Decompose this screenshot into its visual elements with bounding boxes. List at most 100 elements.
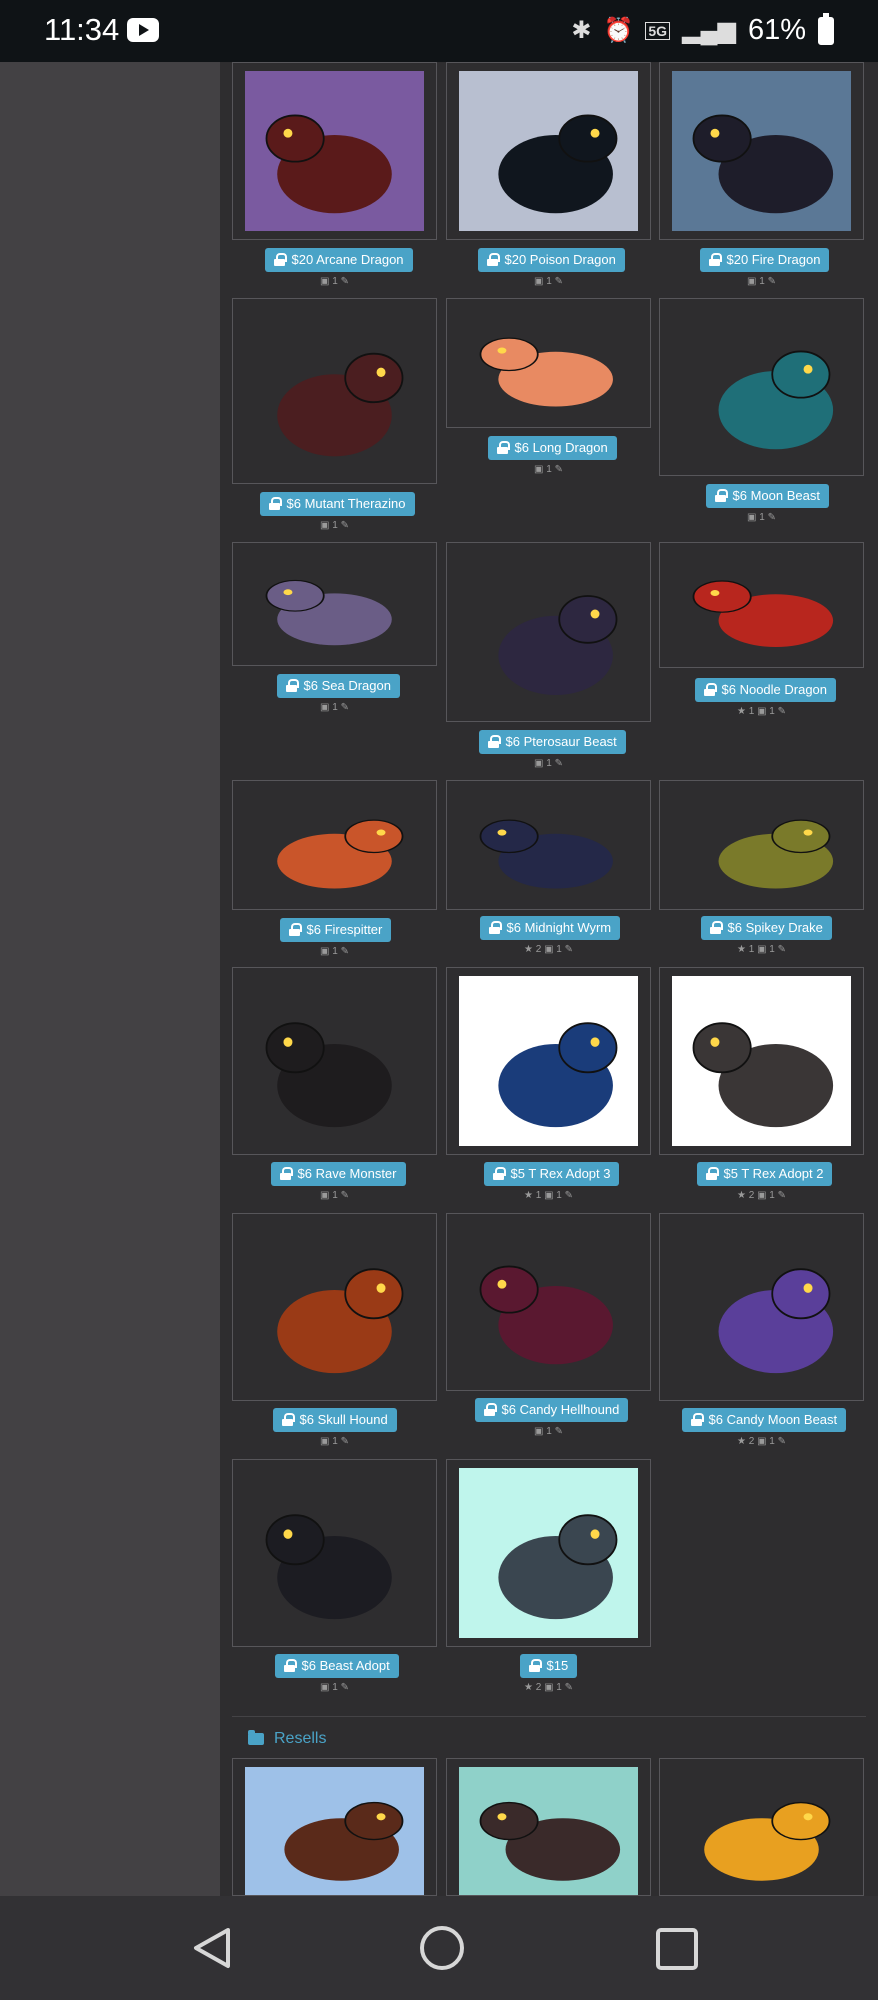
folder-label: Resells — [274, 1730, 327, 1747]
lock-icon — [488, 921, 502, 934]
creature-art — [265, 1514, 392, 1620]
adopt-price-button[interactable]: $6 Firespitter — [279, 918, 392, 942]
adopt-price-button[interactable]: $5 T Rex Adopt 3 — [483, 1162, 620, 1186]
resell-thumbnail[interactable] — [446, 1758, 651, 1896]
adopt-label: $6 Skull Hound — [299, 1412, 388, 1427]
adopt-thumbnail[interactable] — [232, 1213, 437, 1401]
adopt-thumbnail[interactable] — [446, 298, 651, 428]
adopt-label: $5 T Rex Adopt 3 — [510, 1166, 611, 1181]
adopt-price-button[interactable]: $6 Pterosaur Beast — [478, 730, 626, 754]
adopt-price-button[interactable]: $6 Beast Adopt — [274, 1654, 399, 1678]
adopt-thumbnail[interactable] — [446, 62, 651, 240]
creature-art — [284, 1801, 404, 1881]
adopt-thumbnail[interactable] — [659, 1213, 864, 1401]
adopt-thumbnail[interactable] — [232, 780, 437, 910]
adopt-price-button[interactable]: $20 Arcane Dragon — [264, 248, 413, 272]
adopt-label: $6 Spikey Drake — [727, 920, 823, 935]
sidebar — [0, 62, 220, 1896]
adopt-price-button[interactable]: $6 Moon Beast — [705, 484, 829, 508]
creature-art — [265, 579, 392, 646]
resell-image — [245, 1767, 424, 1895]
folder-icon — [248, 1730, 264, 1745]
adopt-thumbnail[interactable] — [232, 967, 437, 1155]
adopt-meta: ▣ 1 ✎ — [320, 1682, 349, 1693]
adopt-price-button[interactable]: $5 T Rex Adopt 2 — [696, 1162, 833, 1186]
adopt-label: $6 Firespitter — [306, 922, 383, 937]
creature-art — [498, 595, 618, 695]
adopt-thumbnail[interactable] — [446, 542, 651, 722]
adopt-thumbnail[interactable] — [446, 1213, 651, 1391]
status-bar: 11:34 ✱ ⏰ 5G ▂▄▆ 61% — [0, 0, 878, 62]
adopt-image — [459, 551, 638, 713]
adopt-price-button[interactable]: $15 — [519, 1654, 578, 1678]
adopt-image — [459, 976, 638, 1146]
adopt-image — [245, 789, 424, 901]
adopt-price-button[interactable]: $6 Rave Monster — [270, 1162, 406, 1186]
creature-art — [692, 580, 834, 647]
adopt-label: $6 Long Dragon — [514, 440, 608, 455]
adopt-thumbnail[interactable] — [446, 780, 651, 910]
adopt-price-button[interactable]: $6 Noodle Dragon — [694, 678, 837, 702]
recent-apps-icon[interactable] — [656, 1928, 698, 1970]
adopt-price-button[interactable]: $6 Long Dragon — [487, 436, 617, 460]
adopt-image — [459, 789, 638, 901]
adopt-meta: ▣ 1 ✎ — [747, 276, 776, 287]
adopt-price-button[interactable]: $6 Spikey Drake — [700, 916, 832, 940]
home-icon[interactable] — [420, 1926, 464, 1970]
adopt-thumbnail[interactable] — [232, 542, 437, 666]
adopt-meta: ★ 1 ▣ 1 ✎ — [736, 706, 787, 717]
adopt-label: $15 — [546, 1658, 569, 1673]
adopt-price-button[interactable]: $6 Sea Dragon — [276, 674, 400, 698]
adopt-price-button[interactable]: $6 Candy Hellhound — [474, 1398, 629, 1422]
adopt-label: $5 T Rex Adopt 2 — [723, 1166, 824, 1181]
adopt-image — [459, 307, 638, 419]
adopt-thumbnail[interactable] — [446, 967, 651, 1155]
lock-icon — [487, 735, 501, 748]
adopt-meta: ▣ 1 ✎ — [320, 276, 349, 287]
lock-icon — [285, 679, 299, 692]
adopt-image — [459, 1468, 638, 1638]
lock-icon — [279, 1167, 293, 1180]
resell-image — [459, 1767, 638, 1895]
lock-icon — [486, 253, 500, 266]
adopt-thumbnail[interactable] — [232, 62, 437, 240]
network-type: 5G — [645, 21, 671, 40]
adopt-thumbnail[interactable] — [232, 298, 437, 484]
lock-icon — [708, 253, 722, 266]
adopt-price-button[interactable]: $6 Candy Moon Beast — [681, 1408, 847, 1432]
adopt-meta: ★ 2 ▣ 1 ✎ — [523, 944, 574, 955]
adopt-image — [245, 1468, 424, 1638]
back-icon[interactable] — [190, 1926, 234, 1970]
adopt-thumbnail[interactable] — [659, 542, 864, 668]
adopt-thumbnail[interactable] — [446, 1459, 651, 1647]
adopt-image — [459, 1222, 638, 1382]
adopt-label: $6 Candy Hellhound — [501, 1402, 620, 1417]
battery-percent: 61% — [747, 14, 806, 46]
adopt-meta: ★ 2 ▣ 1 ✎ — [736, 1190, 787, 1201]
adopt-thumbnail[interactable] — [659, 967, 864, 1155]
youtube-icon — [127, 18, 159, 42]
adopt-price-button[interactable]: $6 Mutant Therazino — [259, 492, 415, 516]
adopt-price-button[interactable]: $6 Skull Hound — [272, 1408, 397, 1432]
creature-art — [692, 1022, 834, 1128]
resell-thumbnail[interactable] — [232, 1758, 437, 1896]
adopt-thumbnail[interactable] — [659, 298, 864, 476]
folder-resells[interactable]: Resells — [248, 1730, 326, 1748]
creature-art — [704, 1801, 831, 1881]
adopt-price-button[interactable]: $6 Midnight Wyrm — [479, 916, 621, 940]
adopt-image — [672, 71, 851, 231]
divider — [232, 1716, 866, 1717]
status-time: 11:34 — [44, 12, 120, 47]
bluetooth-icon: ✱ — [571, 17, 592, 44]
adopt-thumbnail[interactable] — [659, 780, 864, 910]
adopt-image — [245, 71, 424, 231]
adopt-thumbnail[interactable] — [232, 1459, 437, 1647]
adopt-price-button[interactable]: $20 Poison Dragon — [477, 248, 625, 272]
adopt-label: $6 Pterosaur Beast — [505, 734, 617, 749]
adopt-meta: ▣ 1 ✎ — [320, 1190, 349, 1201]
creature-art — [479, 819, 613, 889]
adopt-thumbnail[interactable] — [659, 62, 864, 240]
resell-thumbnail[interactable] — [659, 1758, 864, 1896]
adopt-price-button[interactable]: $20 Fire Dragon — [699, 248, 830, 272]
lock-icon — [273, 253, 287, 266]
